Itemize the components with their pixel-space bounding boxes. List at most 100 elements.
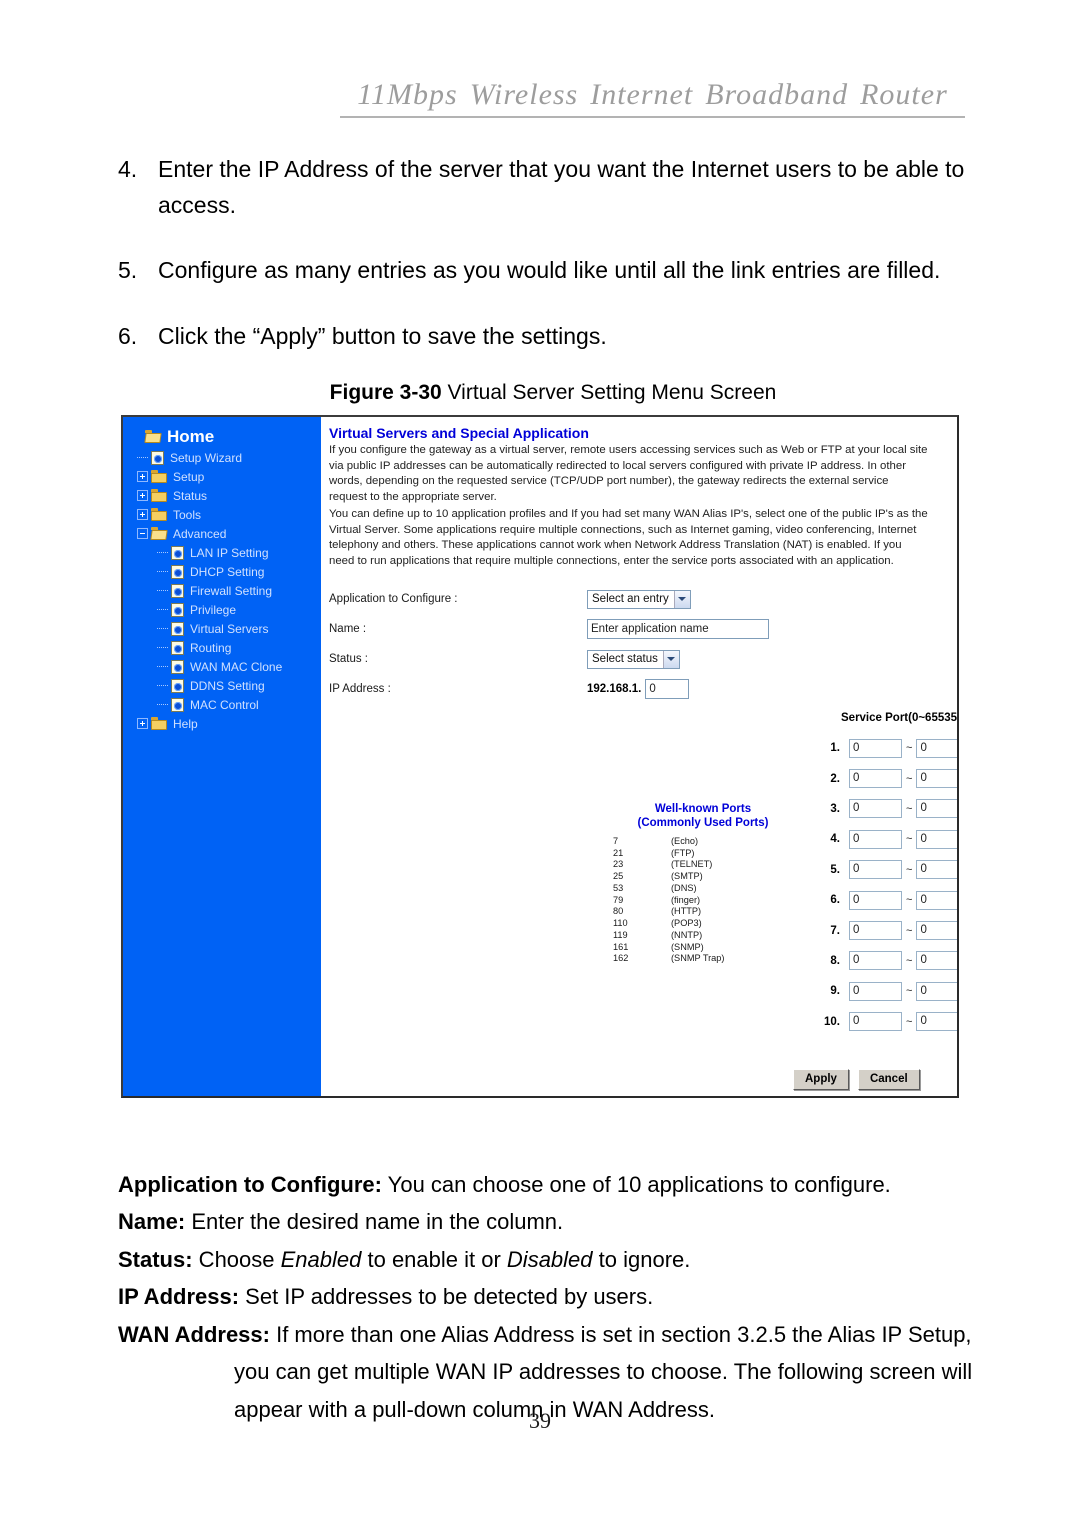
sidebar-item-label: Privilege bbox=[190, 602, 237, 617]
well-known-port-name: (DNS) bbox=[671, 882, 697, 893]
tree-connector-icon bbox=[157, 704, 168, 705]
well-known-port-name: (SMTP) bbox=[671, 871, 703, 882]
sidebar-item-setup-wizard[interactable]: Setup Wizard bbox=[123, 448, 321, 467]
folder-icon bbox=[151, 489, 167, 502]
definition-description: Set IP addresses to be detected by users… bbox=[239, 1284, 654, 1310]
panel-paragraph-2: You can define up to 10 application prof… bbox=[329, 508, 928, 567]
service-port-from-input[interactable]: 0 bbox=[849, 951, 902, 971]
expand-plus-icon[interactable] bbox=[137, 509, 148, 520]
service-port-row: 2. 0 ~0 bbox=[813, 763, 957, 793]
header-word: 11Mbps bbox=[357, 78, 458, 111]
sidebar-item-lan-ip-setting[interactable]: LAN IP Setting bbox=[123, 543, 321, 562]
definition-item: WAN Address: If more than one Alias Addr… bbox=[118, 1318, 988, 1351]
definition-description: If more than one Alias Address is set in… bbox=[269, 1321, 972, 1347]
sidebar-item-privilege[interactable]: Privilege bbox=[123, 600, 321, 619]
service-port-index: 2. bbox=[830, 772, 840, 785]
sidebar-item-wan-mac-clone[interactable]: WAN MAC Clone bbox=[123, 657, 321, 676]
well-known-ports-block: Well-known Ports (Commonly Used Ports) 7… bbox=[613, 802, 793, 965]
step-text: Click the “Apply” button to save the set… bbox=[158, 322, 607, 349]
sidebar-item-routing[interactable]: Routing bbox=[123, 638, 321, 657]
service-port-from-input[interactable]: 0 bbox=[849, 738, 902, 758]
service-port-from-input[interactable]: 0 bbox=[849, 921, 902, 941]
sidebar-item-virtual-servers[interactable]: Virtual Servers bbox=[123, 619, 321, 638]
range-separator: ~ bbox=[906, 954, 913, 967]
service-port-from-input[interactable]: 0 bbox=[849, 1012, 902, 1032]
service-port-row: 10. 0 ~0 bbox=[813, 1007, 957, 1037]
sidebar-item-tools[interactable]: Tools bbox=[123, 505, 321, 524]
well-known-ports-title: Well-known Ports (Commonly Used Ports) bbox=[613, 802, 793, 831]
folder-open-icon bbox=[144, 429, 162, 443]
service-port-from-input[interactable]: 0 bbox=[849, 799, 902, 819]
service-port-to-input[interactable]: 0 bbox=[916, 799, 957, 819]
sidebar-item-label: Virtual Servers bbox=[190, 621, 269, 636]
service-port-from-input[interactable]: 0 bbox=[849, 769, 902, 789]
service-port-to-input[interactable]: 0 bbox=[916, 738, 957, 758]
sidebar-item-setup[interactable]: Setup bbox=[123, 467, 321, 486]
sidebar-item-dhcp-setting[interactable]: DHCP Setting bbox=[123, 562, 321, 581]
sidebar-item-label: Firewall Setting bbox=[190, 583, 273, 598]
definition-description: to enable it or bbox=[361, 1246, 507, 1272]
sidebar-item-ddns-setting[interactable]: DDNS Setting bbox=[123, 676, 321, 695]
sidebar-item-home[interactable]: Home bbox=[123, 424, 321, 448]
service-port-from-input[interactable]: 0 bbox=[849, 981, 902, 1001]
ip-address-prefix: 192.168.1. bbox=[587, 683, 642, 695]
service-port-to-input[interactable]: 0 bbox=[916, 769, 957, 789]
step-item: 4. Enter the IP Address of the server tha… bbox=[118, 152, 988, 223]
service-port-to-input[interactable]: 0 bbox=[916, 981, 957, 1001]
sidebar-item-help[interactable]: Help bbox=[123, 714, 321, 733]
step-item: 6. Click the “Apply” button to save the s… bbox=[118, 319, 988, 355]
well-known-port-row: 110 (POP3) bbox=[613, 918, 793, 930]
apply-button[interactable]: Apply bbox=[793, 1069, 849, 1090]
well-known-port-name: (TELNET) bbox=[671, 859, 713, 870]
sidebar-item-status[interactable]: Status bbox=[123, 486, 321, 505]
sidebar-nav-tree[interactable]: Home Setup Wizard Setup Status Tools Advanced… bbox=[123, 417, 321, 1096]
definition-term: IP Address: bbox=[118, 1284, 240, 1310]
page-icon bbox=[171, 659, 184, 674]
well-known-port-row: 53 (DNS) bbox=[613, 883, 793, 895]
ip-address-octet-input[interactable]: 0 bbox=[645, 679, 690, 699]
status-select-value: Select status bbox=[592, 653, 658, 665]
well-known-port-number: 79 bbox=[613, 894, 624, 905]
expand-plus-icon[interactable] bbox=[137, 490, 148, 501]
main-content-pane: Virtual Servers and Special Application … bbox=[321, 417, 957, 1096]
collapse-minus-icon[interactable] bbox=[137, 528, 148, 539]
header-word: Broadband bbox=[705, 78, 849, 111]
expand-plus-icon[interactable] bbox=[137, 718, 148, 729]
well-known-port-name: (finger) bbox=[671, 894, 701, 905]
definition-term: Status: bbox=[118, 1246, 193, 1272]
sidebar-item-mac-control[interactable]: MAC Control bbox=[123, 695, 321, 714]
service-port-to-input[interactable]: 0 bbox=[916, 921, 957, 941]
service-port-index: 7. bbox=[830, 924, 840, 937]
service-port-to-input[interactable]: 0 bbox=[916, 829, 957, 849]
expand-plus-icon[interactable] bbox=[137, 471, 148, 482]
definition-item: IP Address: Set IP addresses to be detec… bbox=[118, 1280, 988, 1313]
tree-connector-icon bbox=[157, 609, 168, 610]
well-known-ports-list: 7 (Echo) 21 (FTP) 23 (TELNET) 25 (SMTP) 53 (DNS) 7… bbox=[613, 836, 793, 965]
application-select[interactable]: Select an entry bbox=[587, 589, 691, 609]
name-input[interactable]: Enter application name bbox=[587, 619, 769, 639]
sidebar-item-advanced[interactable]: Advanced bbox=[123, 524, 321, 543]
well-known-port-row: 80 (HTTP) bbox=[613, 906, 793, 918]
page-icon bbox=[171, 564, 184, 579]
well-known-port-number: 161 bbox=[613, 941, 629, 952]
well-known-port-name: (HTTP) bbox=[671, 906, 702, 917]
service-port-from-input[interactable]: 0 bbox=[849, 890, 902, 910]
form-row-ip-address: IP Address : 192.168.1. 0 bbox=[329, 674, 947, 704]
service-port-from-input[interactable]: 0 bbox=[849, 829, 902, 849]
tree-connector-icon bbox=[157, 571, 168, 572]
service-port-to-input[interactable]: 0 bbox=[916, 1012, 957, 1032]
well-known-port-name: (Echo) bbox=[671, 835, 699, 846]
service-port-to-input[interactable]: 0 bbox=[916, 860, 957, 880]
service-port-to-input[interactable]: 0 bbox=[916, 890, 957, 910]
folder-icon bbox=[151, 717, 167, 730]
folder-icon bbox=[151, 470, 167, 483]
definitions-list: Application to Configure: You can choose… bbox=[118, 1168, 988, 1430]
cancel-button[interactable]: Cancel bbox=[857, 1069, 920, 1090]
service-port-row: 3. 0 ~0 bbox=[813, 794, 957, 824]
service-port-row: 5. 0 ~0 bbox=[813, 855, 957, 885]
service-port-to-input[interactable]: 0 bbox=[916, 951, 957, 971]
sidebar-item-firewall-setting[interactable]: Firewall Setting bbox=[123, 581, 321, 600]
status-select[interactable]: Select status bbox=[587, 649, 680, 669]
well-known-port-row: 21 (FTP) bbox=[613, 848, 793, 860]
service-port-from-input[interactable]: 0 bbox=[849, 860, 902, 880]
